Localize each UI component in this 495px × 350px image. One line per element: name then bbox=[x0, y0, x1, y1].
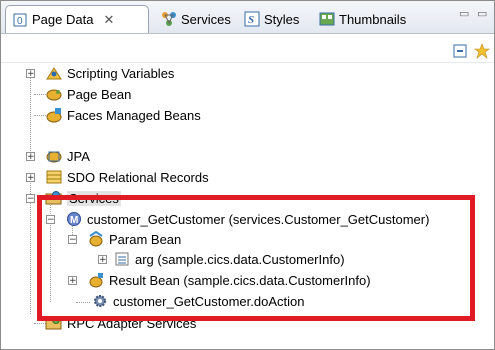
tree-item-label: Scripting Variables bbox=[67, 65, 175, 81]
highlight-annotation-box bbox=[37, 195, 475, 321]
view-tab-bar: 0 Page Data ✕ Services S Styles Thumbnai… bbox=[1, 1, 494, 34]
collapse-toggle[interactable]: − bbox=[26, 194, 35, 204]
jpa-icon bbox=[45, 148, 63, 164]
tab-page-data[interactable]: 0 Page Data ✕ bbox=[5, 5, 149, 33]
tab-label: Thumbnails bbox=[339, 11, 407, 27]
expand-toggle[interactable]: + bbox=[26, 152, 35, 162]
managed-bean-icon bbox=[45, 107, 63, 123]
tree-item-page-bean[interactable]: Page Bean bbox=[45, 84, 131, 104]
tree-item-scripting-variables[interactable]: Scripting Variables bbox=[45, 63, 174, 83]
minimize-icon[interactable]: ▭ bbox=[459, 7, 469, 20]
view-toolbar bbox=[1, 34, 494, 63]
tab-thumbnails[interactable]: Thumbnails bbox=[319, 5, 406, 33]
expand-toggle[interactable]: + bbox=[26, 173, 35, 183]
services-icon bbox=[161, 11, 177, 27]
tab-services[interactable]: Services bbox=[161, 5, 231, 33]
tree-item-label: JPA bbox=[67, 148, 90, 164]
tree-item-faces-managed-beans[interactable]: Faces Managed Beans bbox=[45, 105, 201, 125]
svg-text:S: S bbox=[248, 14, 254, 26]
tab-label: Page Data bbox=[32, 12, 94, 27]
maximize-icon[interactable]: ▭ bbox=[477, 7, 487, 20]
svg-text:0: 0 bbox=[17, 16, 23, 27]
tree-item-label: Page Bean bbox=[67, 86, 132, 102]
expand-toggle[interactable]: + bbox=[26, 69, 35, 79]
page-data-icon: 0 bbox=[12, 12, 28, 28]
tree-item-label: Faces Managed Beans bbox=[67, 107, 201, 123]
tree-item-jpa[interactable]: JPA bbox=[45, 146, 90, 166]
tab-styles[interactable]: S Styles bbox=[244, 5, 299, 33]
tab-label: Services bbox=[181, 11, 231, 27]
scripting-variables-icon bbox=[45, 65, 63, 81]
thumbnails-icon bbox=[319, 11, 335, 27]
sdo-records-icon bbox=[45, 169, 63, 185]
tree-item-label: SDO Relational Records bbox=[67, 169, 209, 185]
tree-item-sdo-relational-records[interactable]: SDO Relational Records bbox=[45, 167, 209, 187]
close-icon[interactable]: ✕ bbox=[103, 12, 114, 28]
bean-icon bbox=[45, 86, 63, 102]
collapse-all-icon[interactable] bbox=[452, 43, 468, 59]
tab-label: Styles bbox=[264, 11, 300, 27]
new-data-icon[interactable] bbox=[474, 43, 490, 59]
page-data-view: 0 Page Data ✕ Services S Styles Thumbnai… bbox=[0, 0, 495, 350]
styles-icon: S bbox=[244, 11, 260, 27]
